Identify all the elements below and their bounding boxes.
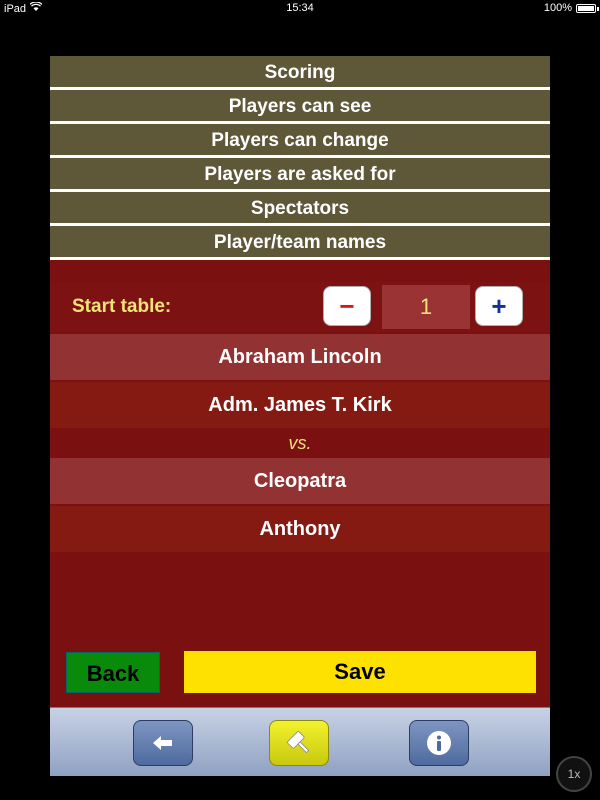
arrow-left-icon xyxy=(151,734,175,752)
player-name-field[interactable]: Abraham Lincoln xyxy=(50,334,550,380)
decrement-button[interactable]: − xyxy=(323,286,371,326)
bottom-toolbar xyxy=(50,707,550,776)
status-right: 100% xyxy=(543,2,599,14)
start-table-row: Start table: − 1 + xyxy=(50,282,550,332)
menu-item-player-team-names[interactable]: Player/team names xyxy=(50,226,550,260)
battery-percent: 100% xyxy=(543,2,572,14)
save-button[interactable]: Save xyxy=(184,651,536,693)
info-icon xyxy=(426,730,452,756)
menu-item-spectators[interactable]: Spectators xyxy=(50,192,550,226)
settings-menu: Scoring Players can see Players can chan… xyxy=(50,56,550,260)
back-button[interactable]: Back xyxy=(66,652,160,693)
player-names-panel: Start table: − 1 + Abraham Lincoln Adm. … xyxy=(50,282,550,761)
menu-item-players-can-change[interactable]: Players can change xyxy=(50,124,550,158)
menu-item-players-are-asked-for[interactable]: Players are asked for xyxy=(50,158,550,192)
player-name-field[interactable]: Anthony xyxy=(50,506,550,552)
gavel-icon xyxy=(285,729,313,757)
start-table-value: 1 xyxy=(382,285,470,329)
increment-button[interactable]: + xyxy=(475,286,523,326)
info-button[interactable] xyxy=(409,720,469,766)
gavel-button[interactable] xyxy=(269,720,329,766)
player-name-field[interactable]: Adm. James T. Kirk xyxy=(50,382,550,428)
status-time: 15:34 xyxy=(286,2,314,14)
battery-icon xyxy=(576,3,599,13)
player-name-field[interactable]: Cleopatra xyxy=(50,458,550,504)
menu-item-scoring[interactable]: Scoring xyxy=(50,56,550,90)
app-panel: Scoring Players can see Players can chan… xyxy=(50,56,550,776)
zoom-level-badge[interactable]: 1x xyxy=(556,756,592,792)
versus-label: vs. xyxy=(288,433,312,453)
menu-item-players-can-see[interactable]: Players can see xyxy=(50,90,550,124)
start-table-label: Start table: xyxy=(72,296,172,317)
back-arrow-button[interactable] xyxy=(133,720,193,766)
status-bar: iPad 15:34 100% xyxy=(0,0,600,18)
